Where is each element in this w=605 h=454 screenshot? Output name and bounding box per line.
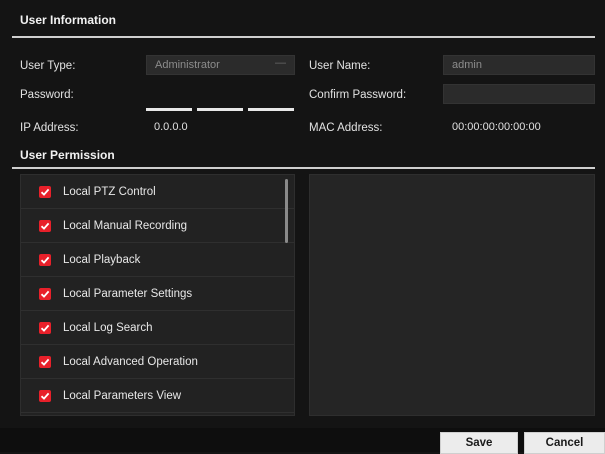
user-information-title: User Information	[20, 13, 117, 27]
checkbox-checked-icon[interactable]	[39, 389, 51, 402]
permission-list[interactable]: Local PTZ Control Local Manual Recording…	[20, 174, 295, 416]
permission-label: Local Advanced Operation	[63, 355, 198, 368]
dropdown-arrow-icon: —	[275, 57, 286, 69]
user-type-label: User Type:	[20, 60, 76, 72]
checkbox-checked-icon[interactable]	[39, 185, 51, 198]
confirm-password-label: Confirm Password:	[309, 89, 407, 101]
user-permission-title: User Permission	[20, 148, 115, 162]
password-strength-bar-3	[248, 108, 294, 111]
mac-address-value: 00:00:00:00:00:00	[452, 121, 541, 133]
user-type-value: Administrator	[155, 59, 220, 71]
permission-item-local-playback[interactable]: Local Playback	[21, 243, 294, 277]
password-strength-bar-1	[146, 108, 192, 111]
permission-label: Local Playback	[63, 253, 141, 266]
permission-label: Local Parameter Settings	[63, 287, 193, 300]
permission-item-local-log-search[interactable]: Local Log Search	[21, 311, 294, 345]
permission-detail-pane	[309, 174, 595, 416]
permission-item-local-advanced-operation[interactable]: Local Advanced Operation	[21, 345, 294, 379]
user-name-field[interactable]: admin	[443, 55, 595, 75]
ip-address-value: 0.0.0.0	[154, 121, 188, 133]
password-label: Password:	[20, 89, 74, 101]
user-permission-divider	[12, 167, 595, 169]
user-name-value: admin	[452, 59, 482, 71]
permission-item-local-manual-recording[interactable]: Local Manual Recording	[21, 209, 294, 243]
checkbox-checked-icon[interactable]	[39, 355, 51, 368]
ip-address-label: IP Address:	[20, 122, 79, 134]
permission-item-local-parameter-settings[interactable]: Local Parameter Settings	[21, 277, 294, 311]
checkbox-checked-icon[interactable]	[39, 219, 51, 232]
ip-address-field[interactable]: 0.0.0.0	[154, 118, 294, 138]
user-name-label: User Name:	[309, 60, 371, 72]
password-strength-bar-2	[197, 108, 243, 111]
mac-address-label: MAC Address:	[309, 122, 383, 134]
checkbox-checked-icon[interactable]	[39, 321, 51, 334]
confirm-password-field[interactable]	[443, 84, 595, 104]
mac-address-field: 00:00:00:00:00:00	[452, 118, 595, 138]
checkbox-checked-icon[interactable]	[39, 253, 51, 266]
permission-label: Local Parameters View	[63, 389, 182, 402]
user-type-dropdown[interactable]: Administrator —	[146, 55, 295, 75]
checkbox-checked-icon[interactable]	[39, 287, 51, 300]
user-information-divider	[12, 36, 595, 38]
permission-label: Local PTZ Control	[63, 185, 156, 198]
permission-label: Local Log Search	[63, 321, 153, 334]
permission-item-local-parameters-view[interactable]: Local Parameters View	[21, 379, 294, 413]
permission-label: Local Manual Recording	[63, 219, 188, 232]
cancel-button[interactable]: Cancel	[524, 432, 605, 454]
permission-item-local-ptz-control[interactable]: Local PTZ Control	[21, 175, 294, 209]
permission-list-scrollbar[interactable]	[285, 179, 288, 243]
save-button[interactable]: Save	[440, 432, 518, 454]
